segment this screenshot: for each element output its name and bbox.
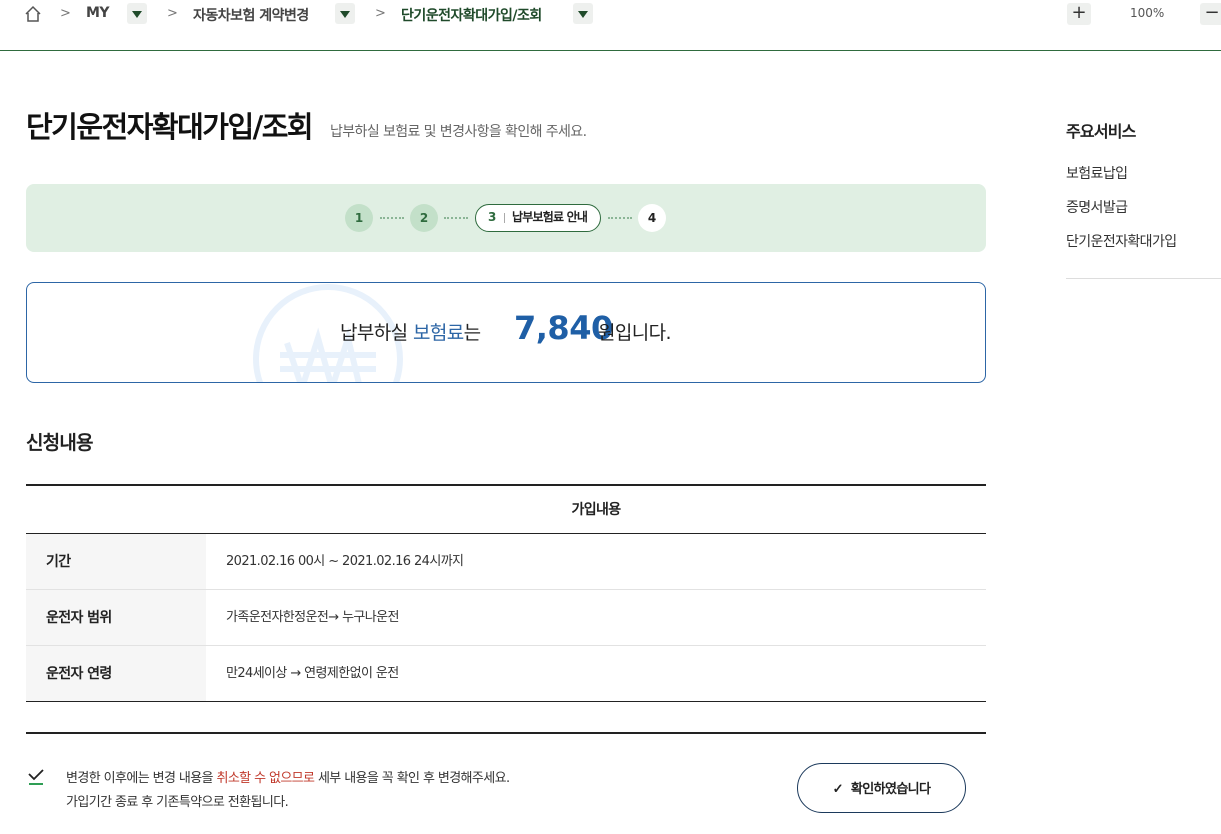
page-subtitle: 납부하실 보험료 및 변경사항을 확인해 주세요. — [330, 124, 587, 140]
notice-text: 세부 내용을 꼭 확인 후 변경해주세요. — [314, 771, 510, 786]
premium-summary-box: 납부하실 보험료는 7,840 원입니다. — [26, 282, 986, 383]
check-icon: ✓ — [832, 780, 844, 796]
step-1: 1 — [345, 204, 373, 232]
row-label: 운전자 연령 — [26, 646, 206, 701]
premium-label: 납부하실 보험료는 — [340, 318, 481, 345]
confirm-button-label: 확인하였습니다 — [850, 780, 931, 796]
row-label: 운전자 범위 — [26, 590, 206, 645]
notice-warning: 취소할 수 없으므로 — [216, 771, 315, 786]
zoom-in-button[interactable]: + — [1067, 3, 1091, 25]
side-divider — [1066, 278, 1221, 279]
section-title: 신청내용 — [26, 432, 94, 454]
chevron-right-icon: > — [60, 6, 71, 21]
step-4: 4 — [638, 204, 666, 232]
row-value: 만24세이상 → 연령제한없이 운전 — [226, 666, 399, 681]
chevron-down-icon[interactable] — [335, 3, 355, 24]
chevron-right-icon: > — [375, 6, 386, 21]
table-row: 운전자 연령 만24세이상 → 연령제한없이 운전 — [26, 646, 986, 702]
row-value: 가족운전자한정운전→ 누구나운전 — [226, 610, 399, 625]
row-value: 2021.02.16 00시 ~ 2021.02.16 24시까지 — [226, 554, 464, 569]
section-divider — [26, 732, 986, 734]
confirm-button[interactable]: ✓ 확인하였습니다 — [797, 763, 966, 813]
premium-unit: 원입니다. — [598, 322, 672, 344]
premium-highlight: 보험료 — [412, 322, 464, 344]
premium-prefix: 납부하실 — [340, 322, 413, 344]
table-row: 운전자 범위 가족운전자한정운전→ 누구나운전 — [26, 590, 986, 646]
table-row: 기간 2021.02.16 00시 ~ 2021.02.16 24시까지 — [26, 534, 986, 590]
notice-line-2: 가입기간 종료 후 기존특약으로 전환됩니다. — [66, 795, 289, 810]
notice-line-1: 변경한 이후에는 변경 내용을 취소할 수 없으므로 세부 내용을 꼭 확인 후… — [66, 767, 510, 786]
page-title: 단기운전자확대가입/조회 — [26, 110, 314, 144]
zoom-out-button[interactable]: − — [1200, 3, 1221, 25]
chevron-down-icon[interactable] — [573, 3, 593, 24]
breadcrumb-bar: > MY > 자동차보험 계약변경 > 단기운전자확대가입/조회 + 100% … — [0, 0, 1221, 51]
step-3-current: 3 납부보험료 안내 — [475, 204, 601, 232]
step-indicator: 1 2 3 납부보험료 안내 4 — [26, 184, 986, 252]
application-table: 가입내용 기간 2021.02.16 00시 ~ 2021.02.16 24시까… — [26, 484, 986, 702]
breadcrumb-my[interactable]: MY — [86, 5, 110, 21]
chevron-right-icon: > — [167, 6, 178, 21]
breadcrumb-current[interactable]: 단기운전자확대가입/조회 — [401, 5, 542, 25]
chevron-down-icon[interactable] — [127, 3, 147, 24]
side-item-premium-payment[interactable]: 보험료납입 — [1066, 163, 1128, 183]
side-item-certificate[interactable]: 증명서발급 — [1066, 197, 1128, 217]
step-number: 3 — [488, 210, 497, 224]
premium-suffix: 는 — [463, 322, 481, 344]
breadcrumb-contract-change[interactable]: 자동차보험 계약변경 — [193, 5, 309, 25]
notice-text: 변경한 이후에는 변경 내용을 — [66, 771, 217, 786]
side-item-short-term-driver[interactable]: 단기운전자확대가입 — [1066, 231, 1177, 251]
step-divider — [504, 213, 505, 223]
home-icon[interactable] — [24, 5, 42, 23]
side-menu-title: 주요서비스 — [1066, 122, 1136, 141]
step-2: 2 — [410, 204, 438, 232]
zoom-level: 100% — [1130, 6, 1165, 20]
row-label: 기간 — [26, 534, 206, 589]
table-header: 가입내용 — [26, 486, 986, 534]
step-connector — [444, 217, 468, 219]
step-connector — [608, 217, 632, 219]
step-label: 납부보험료 안내 — [512, 210, 588, 224]
check-icon — [28, 769, 44, 785]
step-connector — [380, 217, 404, 219]
